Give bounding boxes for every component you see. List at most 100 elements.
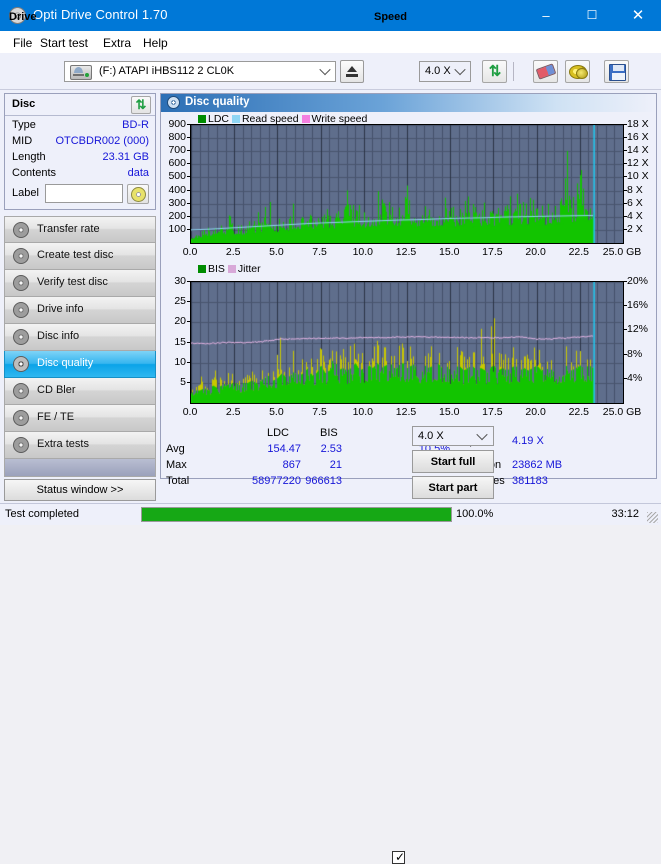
refresh-drive-button[interactable]: ⇅ [482, 60, 507, 83]
disc-row-contents-key: Contents [12, 167, 57, 179]
y-axis-tick [187, 190, 190, 191]
legend-label: Jitter [237, 263, 261, 275]
stats-row-max-name: Max [166, 459, 187, 471]
disc-label-row: Label [5, 183, 155, 207]
speed-select[interactable]: 4.0 X [419, 61, 471, 82]
y-axis-tick-label: 700 [168, 144, 186, 157]
stats-header-ldc: LDC [267, 427, 290, 439]
disc-row-contents-value: data [127, 167, 149, 179]
y-axis-tick [187, 203, 190, 204]
menu-start-test[interactable]: Start test [36, 35, 92, 51]
disc-icon [13, 437, 29, 453]
chart-plot-area [190, 124, 624, 244]
minimize-button[interactable]: – [523, 0, 569, 31]
legend-swatch [198, 115, 206, 123]
y2-axis-tick [624, 354, 627, 355]
y-axis-tick [187, 281, 190, 282]
app-window: Opti Drive Control 1.70 – ☐ ✕ File Start… [0, 0, 661, 864]
disc-refresh-button[interactable]: ⇅ [131, 96, 151, 114]
sidebar-item-drive-info[interactable]: Drive info [4, 297, 156, 324]
sidebar: Transfer rate Create test disc Verify te… [4, 216, 156, 459]
sidebar-item-extra-tests[interactable]: Extra tests [4, 432, 156, 459]
sidebar-item-label: Disc quality [37, 357, 94, 369]
disc-icon [13, 383, 29, 399]
y-axis-tick-label: 5 [180, 375, 186, 388]
y2-axis-tick [624, 216, 627, 217]
disc-row-type-key: Type [12, 119, 36, 131]
y2-axis-tick [624, 329, 627, 330]
window-title: Opti Drive Control 1.70 [33, 7, 168, 22]
refresh-icon: ⇅ [135, 97, 147, 112]
disc-quality-icon [167, 96, 180, 109]
maximize-button[interactable]: ☐ [569, 0, 615, 31]
y-axis-tick [187, 216, 190, 217]
y-axis-tick-label: 500 [168, 170, 186, 183]
y2-axis-tick [624, 163, 627, 164]
menu-help[interactable]: Help [139, 35, 172, 51]
sidebar-item-fe-te[interactable]: FE / TE [4, 405, 156, 432]
menu-file[interactable]: File [9, 35, 36, 51]
chevron-down-icon [319, 63, 331, 76]
menu-bar: File Start test Extra Help [0, 31, 661, 53]
disc-row-type-value: BD-R [122, 119, 149, 131]
disc-row-length-key: Length [12, 151, 46, 163]
disc-label-input[interactable] [45, 184, 123, 203]
x-axis-tick-label: 25.0 GB [602, 246, 642, 258]
disc-icon [13, 329, 29, 345]
erase-disc-button[interactable] [533, 60, 558, 83]
stats-panel: LDC BIS ✓ Jitter Avg 154.47 2.53 10.5% M… [162, 424, 655, 864]
drive-select-value: (F:) ATAPI iHBS112 2 CL0K [99, 65, 235, 77]
legend-swatch [301, 115, 310, 123]
disc-icon [13, 248, 29, 264]
disc-row-length-value: 23.31 GB [102, 151, 149, 163]
stats-row-total-bis: 966613 [305, 475, 342, 487]
y2-axis-tick-label: 4% [627, 371, 643, 384]
sidebar-item-cd-bler[interactable]: CD Bler [4, 378, 156, 405]
floppy-save-icon [609, 64, 626, 81]
status-window-button[interactable]: Status window >> [4, 479, 156, 501]
y-axis-tick-label: 800 [168, 131, 186, 144]
eject-icon [347, 66, 357, 72]
close-button[interactable]: ✕ [615, 0, 661, 31]
menu-extra[interactable]: Extra [99, 35, 135, 51]
y-axis-tick [187, 382, 190, 383]
burn-disc-button[interactable] [565, 60, 590, 83]
eject-button[interactable] [340, 60, 364, 83]
sidebar-item-disc-info[interactable]: Disc info [4, 324, 156, 351]
sidebar-item-label: Extra tests [37, 438, 89, 450]
sidebar-item-transfer-rate[interactable]: Transfer rate [4, 216, 156, 243]
sidebar-item-label: FE / TE [37, 411, 75, 423]
refresh-icon: ⇅ [488, 63, 502, 80]
disc-label-key: Label [12, 187, 39, 199]
checkmark-icon: ✓ [395, 850, 406, 864]
jitter-checkbox[interactable]: ✓ [392, 851, 405, 864]
sidebar-item-create-test-disc[interactable]: Create test disc [4, 243, 156, 270]
disc-row-contents: Contents data [5, 167, 155, 183]
title-bar: Opti Drive Control 1.70 – ☐ ✕ [0, 0, 661, 31]
disc-row-length: Length 23.31 GB [5, 151, 155, 167]
y-axis-tick [187, 229, 190, 230]
disc-panel-title: Disc [12, 98, 36, 110]
test-speed-select[interactable]: 4.0 X [412, 426, 494, 446]
y-axis-tick-label: 900 [168, 118, 186, 130]
start-full-button[interactable]: Start full [412, 450, 494, 473]
y2-axis-tick [624, 281, 627, 282]
y-axis-tick-label: 400 [168, 183, 186, 196]
start-part-button[interactable]: Start part [412, 476, 494, 499]
y-axis-tick [187, 150, 190, 151]
resize-grip[interactable] [647, 512, 658, 523]
sidebar-item-verify-test-disc[interactable]: Verify test disc [4, 270, 156, 297]
drive-select[interactable]: (F:) ATAPI iHBS112 2 CL0K [64, 61, 336, 82]
disc-label-button[interactable] [127, 184, 149, 204]
status-message: Test completed [5, 508, 79, 520]
y-axis-tick-label: 15 [174, 335, 186, 348]
y-axis-tick [187, 137, 190, 138]
progress-bar-fill [142, 508, 451, 521]
sidebar-item-label: Disc info [37, 330, 80, 342]
y2-axis-tick-label: 8 X [627, 183, 643, 196]
sidebar-item-disc-quality[interactable]: Disc quality [4, 351, 156, 378]
stats-header-bis: BIS [320, 427, 338, 439]
stats-row-max-bis: 21 [329, 459, 342, 471]
save-button[interactable] [604, 60, 629, 83]
stats-position-value: 23862 MB [512, 459, 563, 471]
